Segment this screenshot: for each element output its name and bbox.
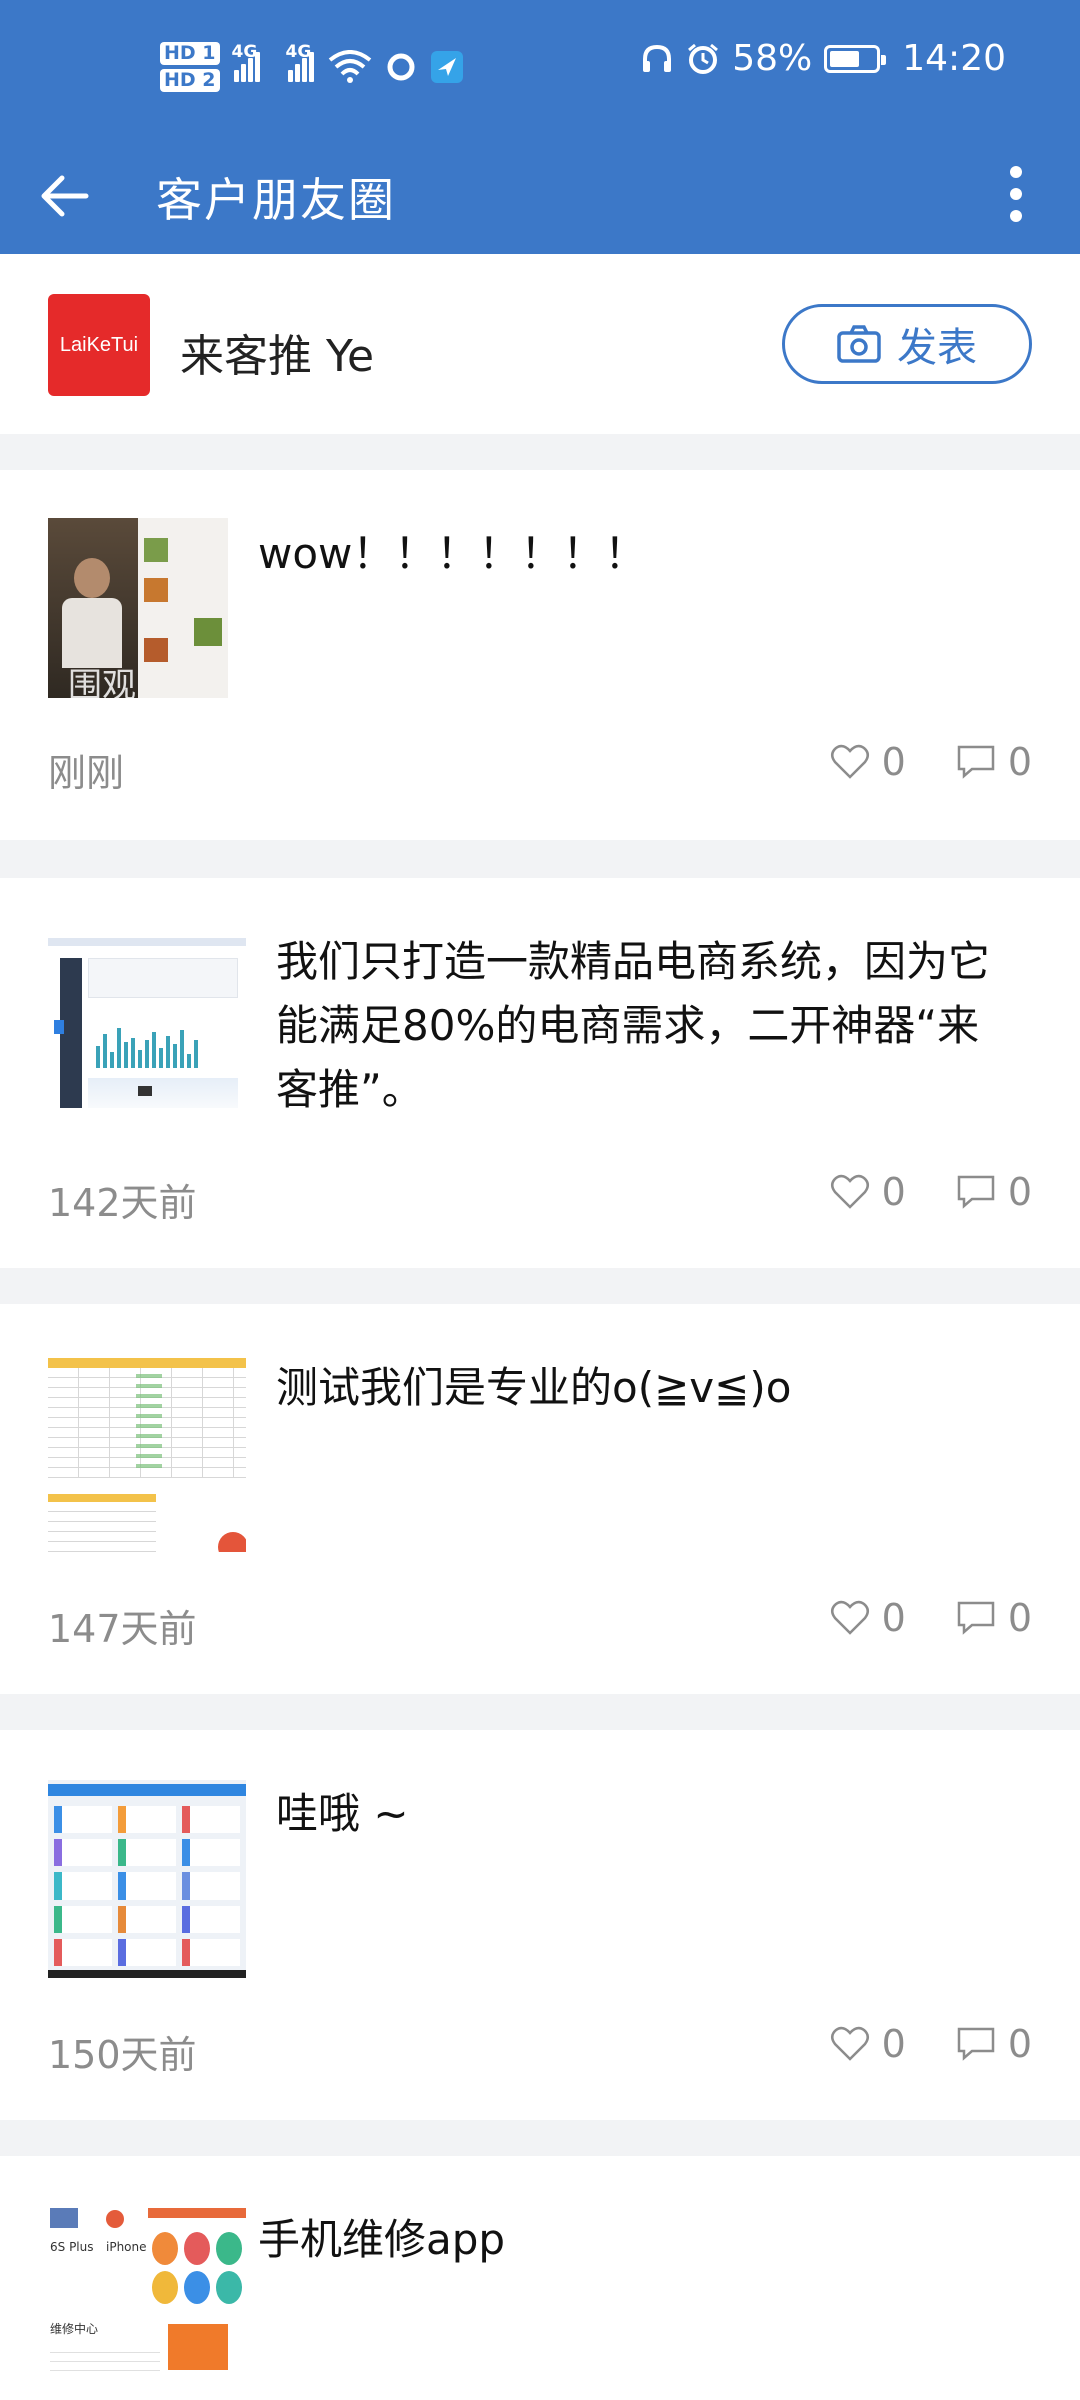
heart-icon bbox=[830, 744, 869, 779]
like-count: 0 bbox=[881, 1170, 906, 1214]
like-button[interactable]: 0 bbox=[830, 2022, 906, 2066]
publish-button[interactable]: 发表 bbox=[782, 304, 1032, 384]
post-text: 手机维修app bbox=[258, 2215, 506, 2264]
comment-icon bbox=[957, 2027, 995, 2061]
comment-button[interactable]: 0 bbox=[956, 2022, 1032, 2066]
post-time: 刚刚 bbox=[48, 751, 125, 795]
post-time: 147天前 bbox=[48, 1607, 197, 1651]
post-card[interactable]: 测试我们是专业的o(≧v≦)o 147天前 0 0 bbox=[0, 1304, 1080, 1694]
app-notification-icon bbox=[430, 51, 463, 83]
sync-icon bbox=[387, 53, 415, 81]
page-title: 客户朋友圈 bbox=[156, 173, 396, 227]
more-menu-icon[interactable] bbox=[1004, 152, 1028, 236]
like-button[interactable]: 0 bbox=[830, 740, 906, 784]
comment-icon bbox=[957, 1175, 995, 1209]
like-count: 0 bbox=[881, 1596, 906, 1640]
thumbnail-label: 6S Plus bbox=[50, 2240, 94, 2254]
battery-fill bbox=[830, 50, 860, 67]
comment-button[interactable]: 0 bbox=[956, 1170, 1032, 1214]
headphones-icon bbox=[643, 44, 672, 72]
like-button[interactable]: 0 bbox=[830, 1596, 906, 1640]
heart-icon bbox=[830, 1174, 869, 1209]
comment-button[interactable]: 0 bbox=[956, 1596, 1032, 1640]
post-thumbnail[interactable] bbox=[48, 1780, 246, 1978]
post-time: 142天前 bbox=[48, 1181, 197, 1225]
post-text: 我们只打造一款精品电商系统，因为它能满足80%的电商需求，二开神器“来客推”。 bbox=[276, 937, 991, 1114]
battery-percent: 58% bbox=[732, 38, 813, 79]
thumbnail-label: 维修中心 bbox=[50, 2322, 99, 2336]
alarm-icon bbox=[688, 43, 719, 74]
post-thumbnail[interactable] bbox=[48, 1354, 246, 1552]
comment-count: 0 bbox=[1007, 1170, 1032, 1214]
profile-name: 来客推 Ye bbox=[180, 331, 375, 382]
post-text: 哇哦 ~ bbox=[276, 1789, 409, 1838]
thumbnail-label: iPhone bbox=[106, 2240, 147, 2254]
brand-logo: LaiKeTui bbox=[48, 294, 150, 396]
hd-indicator: HD 1 HD 2 bbox=[160, 42, 220, 92]
post-stats: 0 0 bbox=[830, 1170, 1032, 1214]
clock: 14:20 bbox=[902, 38, 1006, 79]
heart-icon bbox=[830, 1600, 869, 1635]
post-thumbnail[interactable] bbox=[48, 928, 246, 1126]
post-card[interactable]: 哇哦 ~ 150天前 0 0 bbox=[0, 1730, 1080, 2120]
post-card[interactable]: 6S Plus iPhone 维修中心 手机维修app bbox=[0, 2156, 1080, 2400]
signal-icon: 4G bbox=[286, 42, 314, 82]
back-arrow-icon[interactable] bbox=[36, 168, 92, 224]
hd1-label: HD 1 bbox=[160, 42, 220, 65]
like-count: 0 bbox=[881, 2022, 906, 2066]
post-thumbnail[interactable]: 围观 bbox=[48, 518, 228, 698]
post-card[interactable]: 围观 wow！！！！！！！ 刚刚 0 0 bbox=[0, 470, 1080, 840]
post-text: wow！！！！！！！ bbox=[258, 529, 647, 578]
comment-count: 0 bbox=[1007, 1596, 1032, 1640]
comment-icon bbox=[957, 745, 995, 779]
comment-icon bbox=[957, 1601, 995, 1635]
like-count: 0 bbox=[881, 740, 906, 784]
post-stats: 0 0 bbox=[830, 1596, 1032, 1640]
post-time: 150天前 bbox=[48, 2033, 197, 2077]
post-stats: 0 0 bbox=[830, 2022, 1032, 2066]
post-stats: 0 0 bbox=[830, 740, 1032, 784]
like-button[interactable]: 0 bbox=[830, 1170, 906, 1214]
battery-icon bbox=[824, 44, 887, 73]
comment-button[interactable]: 0 bbox=[956, 740, 1032, 784]
publish-button-label: 发表 bbox=[897, 325, 977, 371]
wifi-icon bbox=[328, 50, 371, 83]
thumbnail-caption: 围观 bbox=[68, 666, 136, 698]
signal-icon: 4G bbox=[232, 42, 260, 82]
app-bar: 客户朋友圈 bbox=[0, 134, 1080, 254]
camera-icon bbox=[837, 325, 881, 363]
comment-count: 0 bbox=[1007, 740, 1032, 784]
hd2-label: HD 2 bbox=[160, 69, 220, 92]
heart-icon bbox=[830, 2026, 869, 2061]
post-text: 测试我们是专业的o(≧v≦)o bbox=[276, 1363, 792, 1412]
status-bar: HD 1 HD 2 4G 4G 58% 14:20 bbox=[0, 0, 1080, 134]
profile-header: LaiKeTui 来客推 Ye 发表 bbox=[0, 254, 1080, 434]
post-card[interactable]: 我们只打造一款精品电商系统，因为它能满足80%的电商需求，二开神器“来客推”。 … bbox=[0, 878, 1080, 1268]
comment-count: 0 bbox=[1007, 2022, 1032, 2066]
post-thumbnail[interactable]: 6S Plus iPhone 维修中心 bbox=[48, 2204, 246, 2400]
